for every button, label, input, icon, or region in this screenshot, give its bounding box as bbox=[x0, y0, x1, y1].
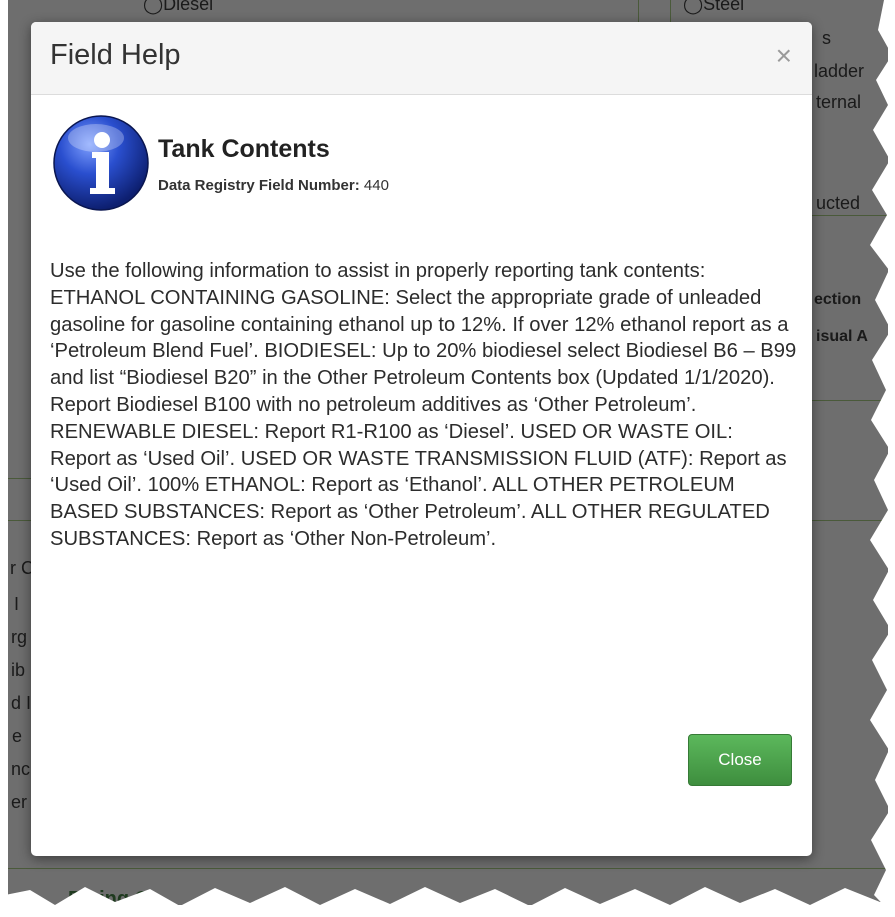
background-divider bbox=[638, 0, 639, 22]
background-text-fragment: nc bbox=[11, 759, 31, 779]
background-text-fragment: ucted bbox=[816, 193, 861, 213]
registry-field-number: Data Registry Field Number: 440 bbox=[158, 177, 389, 194]
background-text-fragment: isual A bbox=[816, 328, 868, 345]
background-text-fragment: er bbox=[11, 792, 28, 812]
background-divider bbox=[812, 215, 888, 216]
background-text-fragment: I bbox=[14, 594, 20, 614]
registry-label: Data Registry Field Number: bbox=[158, 177, 360, 194]
modal-header: Field Help × bbox=[31, 22, 812, 95]
field-help-modal: Field Help × Tank Contents Data Registry… bbox=[31, 22, 812, 856]
help-description: Use the following information to assist … bbox=[50, 260, 797, 550]
background-text-fragment: ladder bbox=[814, 61, 865, 81]
close-button[interactable]: Close bbox=[688, 734, 792, 786]
field-name-heading: Tank Contents bbox=[158, 135, 330, 163]
background-divider bbox=[8, 478, 32, 479]
info-icon bbox=[53, 115, 149, 211]
background-divider bbox=[8, 868, 888, 869]
modal-title: Field Help bbox=[50, 39, 181, 71]
close-icon[interactable]: × bbox=[776, 42, 792, 70]
background-text-fragment: ib bbox=[11, 660, 26, 680]
background-text-fragment: d I bbox=[11, 693, 32, 713]
background-radio-diesel: ◯Diesel bbox=[143, 0, 214, 14]
background-section-link[interactable]: Piping Co bbox=[68, 888, 161, 905]
background-text-fragment: ection bbox=[814, 291, 862, 308]
background-text-fragment: s bbox=[822, 28, 831, 48]
background-divider bbox=[8, 520, 32, 521]
background-text-fragment: e bbox=[12, 726, 23, 746]
background-divider bbox=[670, 0, 671, 22]
background-divider bbox=[812, 400, 888, 401]
background-text-fragment: ternal bbox=[816, 92, 862, 112]
background-text-fragment: rg bbox=[11, 627, 28, 647]
background-radio-steel: ◯Steel bbox=[683, 0, 745, 14]
background-divider bbox=[812, 520, 888, 521]
registry-number: 440 bbox=[363, 177, 389, 194]
